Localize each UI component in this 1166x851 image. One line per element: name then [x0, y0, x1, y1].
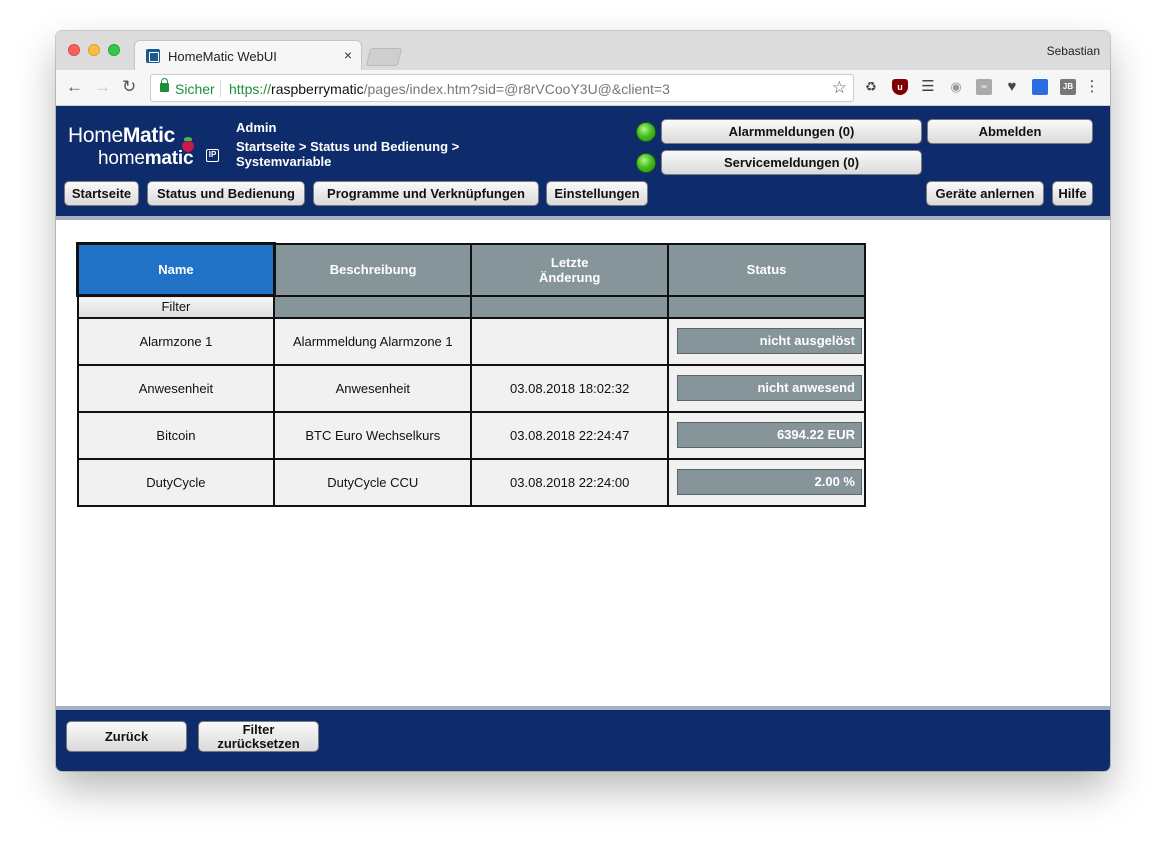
table-header-row: Name Beschreibung Letzte Änderung Status [76, 242, 866, 297]
user-label: Admin [236, 120, 277, 135]
column-header-status[interactable]: Status [667, 242, 866, 297]
row-description: Anwesenheit [273, 363, 473, 413]
url-text[interactable]: https://raspberrymatic/pages/index.htm?s… [229, 81, 670, 97]
column-header-name[interactable]: Name [76, 242, 276, 297]
service-messages-button[interactable]: Servicemeldungen (0) [661, 150, 922, 175]
minimize-window-icon[interactable] [88, 44, 100, 56]
infinity-extension-icon[interactable]: ∞ [976, 79, 992, 95]
forward-icon[interactable]: → [94, 77, 111, 97]
last-change-filter-cell [470, 294, 670, 319]
reset-filter-label-1: Filter [242, 722, 275, 737]
pin-extension-icon[interactable]: ♥ [1004, 79, 1020, 95]
row-status-cell: nicht anwesend [667, 363, 866, 413]
maximize-window-icon[interactable] [108, 44, 120, 56]
status-filter-cell [667, 294, 866, 319]
ip-badge-icon: IP [206, 149, 219, 162]
main-content: Name Beschreibung Letzte Änderung Status … [56, 216, 1110, 706]
homematic-ip-logo: homematic [98, 148, 194, 170]
ruler-extension-icon[interactable] [1032, 79, 1048, 95]
homematic-footer: Zurück Filter zurücksetzen [56, 706, 1110, 771]
nav-programs-button[interactable]: Programme und Verknüpfungen [313, 181, 539, 206]
camera-extension-icon[interactable]: ◉ [948, 79, 964, 95]
nav-home-button[interactable]: Startseite [64, 181, 139, 206]
status-value[interactable]: 2.00 % [677, 469, 862, 495]
row-name: Bitcoin [76, 410, 276, 460]
ublock-extension-icon[interactable]: u [892, 79, 908, 95]
column-header-description[interactable]: Beschreibung [273, 242, 473, 297]
back-button[interactable]: Zurück [66, 721, 187, 752]
url-path: /pages/index.htm?sid=@r8rVCooY3U@&client… [363, 81, 670, 97]
alarm-status-led-icon [636, 122, 656, 142]
browser-window: HomeMatic WebUI × Sebastian ← → ↻ Sicher… [56, 31, 1110, 771]
secure-label: Sicher [175, 81, 215, 97]
nav-teach-in-button[interactable]: Geräte anlernen [926, 181, 1044, 206]
row-name: DutyCycle [76, 457, 276, 507]
tab-close-icon[interactable]: × [344, 47, 352, 63]
table-row[interactable]: Alarmzone 1 Alarmmeldung Alarmzone 1 nic… [76, 316, 866, 366]
row-status-cell: nicht ausgelöst [667, 316, 866, 366]
status-value[interactable]: nicht ausgelöst [677, 328, 862, 354]
logo-line2-bold: matic [144, 148, 194, 169]
row-last-change: 03.08.2018 22:24:00 [470, 457, 670, 507]
row-name: Alarmzone 1 [76, 316, 276, 366]
service-status-led-icon [636, 153, 656, 173]
lock-icon [160, 78, 169, 92]
address-separator [220, 80, 221, 97]
reset-filter-button[interactable]: Filter zurücksetzen [198, 721, 319, 752]
back-icon[interactable]: ← [66, 77, 83, 97]
homematic-favicon-icon [146, 49, 160, 63]
system-variables-table: Name Beschreibung Letzte Änderung Status … [76, 242, 866, 507]
filter-row: Filter [76, 294, 866, 319]
name-filter-button[interactable]: Filter [76, 294, 276, 319]
recycle-extension-icon[interactable]: ♻ [863, 79, 879, 95]
tab-title: HomeMatic WebUI [168, 49, 277, 64]
row-last-change: 03.08.2018 18:02:32 [470, 363, 670, 413]
logo-line2-light: home [98, 148, 145, 169]
url-scheme: https:// [229, 81, 272, 97]
url-host: raspberrymatic [271, 81, 364, 97]
column-header-last-change[interactable]: Letzte Änderung [470, 242, 670, 297]
menu-icon[interactable]: ⋮ [1084, 79, 1100, 95]
logout-button[interactable]: Abmelden [927, 119, 1093, 144]
list-extension-icon[interactable]: ☰ [920, 79, 936, 95]
table-row[interactable]: Bitcoin BTC Euro Wechselkurs 03.08.2018 … [76, 410, 866, 460]
status-value[interactable]: 6394.22 EUR [677, 422, 862, 448]
breadcrumb: Startseite > Status und Bedienung > Syst… [236, 139, 460, 169]
profile-name[interactable]: Sebastian [1047, 44, 1100, 58]
browser-tab[interactable]: HomeMatic WebUI × [134, 40, 362, 70]
row-last-change: 03.08.2018 22:24:47 [470, 410, 670, 460]
logo-line1-light: Home [68, 124, 123, 147]
jb-extension-icon[interactable]: JB [1060, 79, 1076, 95]
row-description: BTC Euro Wechselkurs [273, 410, 473, 460]
row-name: Anwesenheit [76, 363, 276, 413]
last-change-label-2: Änderung [538, 269, 601, 285]
browser-titlebar: HomeMatic WebUI × Sebastian [56, 31, 1110, 70]
reload-icon[interactable]: ↻ [122, 77, 136, 97]
reset-filter-label-2: zurücksetzen [217, 736, 300, 751]
description-filter-cell [273, 294, 473, 319]
last-change-label-1: Letzte [550, 254, 589, 270]
homematic-logo: HomeMatic [68, 124, 175, 148]
row-last-change [470, 316, 670, 366]
nav-help-button[interactable]: Hilfe [1052, 181, 1093, 206]
row-status-cell: 6394.22 EUR [667, 410, 866, 460]
table-row[interactable]: Anwesenheit Anwesenheit 03.08.2018 18:02… [76, 363, 866, 413]
close-window-icon[interactable] [68, 44, 80, 56]
homematic-header: HomeMatic homematic IP Admin Startseite … [56, 106, 1110, 216]
logo-line1-bold: Matic [122, 124, 176, 147]
alarm-messages-button[interactable]: Alarmmeldungen (0) [661, 119, 922, 144]
row-description: Alarmmeldung Alarmzone 1 [273, 316, 473, 366]
row-description: DutyCycle CCU [273, 457, 473, 507]
status-value[interactable]: nicht anwesend [677, 375, 862, 401]
address-bar[interactable]: Sicher https://raspberrymatic/pages/inde… [150, 74, 854, 102]
new-tab-button[interactable] [365, 48, 403, 66]
table-row[interactable]: DutyCycle DutyCycle CCU 03.08.2018 22:24… [76, 457, 866, 507]
bookmark-star-icon[interactable]: ☆ [832, 78, 847, 98]
row-status-cell: 2.00 % [667, 457, 866, 507]
nav-status-button[interactable]: Status und Bedienung [147, 181, 305, 206]
browser-toolbar: ← → ↻ Sicher https://raspberrymatic/page… [56, 70, 1110, 106]
nav-settings-button[interactable]: Einstellungen [546, 181, 648, 206]
